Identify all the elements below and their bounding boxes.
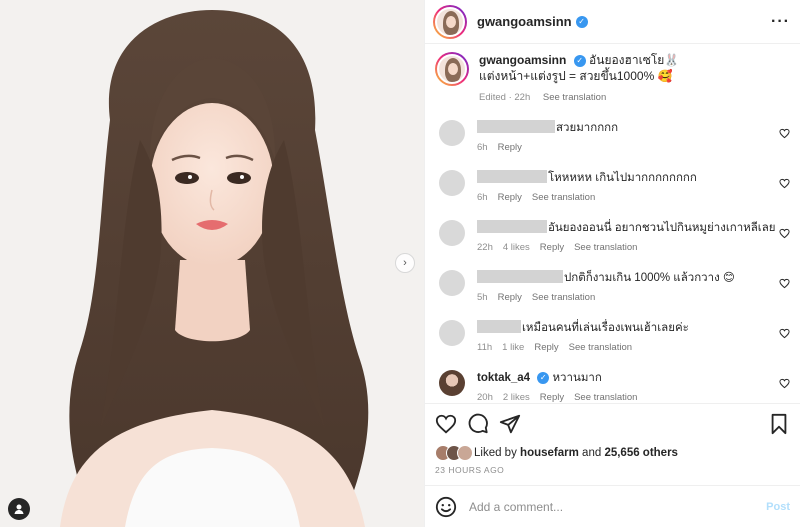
comment-item: โหหหหห เกินไปมากกกกกกกก 6h Reply See trans…: [435, 170, 790, 220]
comment-likes[interactable]: 4 likes: [503, 242, 530, 253]
comment-item: อันยองออนนี่ อยากชวนไปกินหมูย่างเกาหลีเล…: [435, 220, 790, 270]
liked-by-and: and: [582, 447, 602, 459]
send-icon[interactable]: [499, 413, 521, 435]
chevron-right-icon: ›: [403, 257, 407, 269]
commenter-avatar[interactable]: [439, 270, 465, 296]
heart-icon[interactable]: [779, 128, 790, 139]
author-username[interactable]: gwangoamsinn: [477, 14, 572, 29]
heart-icon[interactable]: [435, 413, 457, 435]
comment-text: โหหหหห เกินไปมากกกกกกกก: [548, 172, 697, 184]
liker-avatars[interactable]: [435, 445, 473, 461]
see-translation-link[interactable]: See translation: [574, 392, 637, 403]
comment-text: สวยมากกกก: [556, 122, 619, 134]
comment-text: อันยองออนนี่ อยากชวนไปกินหมูย่างเกาหลีเล…: [548, 222, 776, 234]
heart-icon[interactable]: [779, 228, 790, 239]
caption-line-2: แต่งหน้า+แต่งรูป = สวยขึ้น1000% 🥰: [479, 69, 673, 83]
post-details-pane: gwangoamsinn ✓ ··· gwangoamsinn ✓ อันยอง…: [424, 0, 800, 527]
post-action-bar: [425, 403, 800, 443]
redacted-username: [477, 170, 547, 183]
comment-time: 22h: [477, 242, 493, 253]
caption-line-1: อันยองฮาเซโย🐰: [589, 53, 680, 67]
reply-button[interactable]: Reply: [540, 392, 564, 403]
more-horizontal-icon[interactable]: ···: [771, 13, 790, 31]
comment-item: ปกติก็งามเกิน 1000% แล้วกวาง 😊 5h Reply Se…: [435, 270, 790, 320]
redacted-username: [477, 270, 563, 283]
comment-item: เหมือนคนที่เล่นเรื่องเพนเฮ้าเลยค่ะ 11h 1 …: [435, 320, 790, 370]
smiley-icon[interactable]: [435, 496, 457, 518]
comment-time: 20h: [477, 392, 493, 403]
commenter-avatar[interactable]: [439, 370, 465, 396]
see-translation-link[interactable]: See translation: [532, 192, 595, 203]
verified-badge-icon: ✓: [537, 371, 550, 384]
commenter-avatar[interactable]: [439, 320, 465, 346]
verified-badge-icon: ✓: [575, 15, 588, 28]
comment-input[interactable]: [469, 499, 767, 514]
reply-button[interactable]: Reply: [498, 292, 522, 303]
reply-button[interactable]: Reply: [534, 342, 558, 353]
verified-badge-icon: ✓: [573, 54, 586, 67]
portrait-image: [0, 0, 424, 527]
tagged-users-button[interactable]: [8, 498, 30, 520]
liked-by-user[interactable]: housefarm: [520, 447, 579, 459]
redacted-username: [477, 120, 555, 133]
comment-likes[interactable]: 1 like: [502, 342, 524, 353]
redacted-username: [477, 220, 547, 233]
commenter-avatar[interactable]: [439, 220, 465, 246]
comment-text: หวานมาก: [552, 372, 602, 384]
liked-by-others[interactable]: 25,656 others: [604, 447, 678, 459]
reply-button[interactable]: Reply: [540, 242, 564, 253]
liked-by-prefix: Liked by: [474, 447, 517, 459]
comment-time: 6h: [477, 192, 488, 203]
heart-icon[interactable]: [779, 278, 790, 289]
likes-summary: Liked by housefarm and 25,656 others: [425, 443, 800, 461]
comment-text: ปกติก็งามเกิน 1000% แล้วกวาง 😊: [564, 272, 735, 284]
caption-username[interactable]: gwangoamsinn: [479, 53, 566, 67]
comment-composer: Post: [425, 485, 800, 527]
caption-edited-time: Edited · 22h: [479, 92, 531, 103]
comment-time: 5h: [477, 292, 488, 303]
commenter-avatar[interactable]: [439, 170, 465, 196]
caption-author-avatar[interactable]: [435, 52, 469, 86]
heart-icon[interactable]: [779, 178, 790, 189]
instagram-post-view: › gwangoamsinn ✓ ··· gwangoamsinn ✓ อันย…: [0, 0, 800, 527]
comments-list: gwangoamsinn ✓ อันยองฮาเซโย🐰 แต่งหน้า+แต…: [425, 44, 800, 403]
caption-see-translation[interactable]: See translation: [543, 92, 606, 103]
reply-button[interactable]: Reply: [498, 192, 522, 203]
commenter-username[interactable]: toktak_a4: [477, 372, 530, 384]
comment-time: 6h: [477, 142, 488, 153]
comment-item: toktak_a4 ✓ หวานมาก 20h 2 likes Reply See t…: [435, 370, 790, 403]
heart-icon[interactable]: [779, 378, 790, 389]
post-header: gwangoamsinn ✓ ···: [425, 0, 800, 44]
post-timestamp[interactable]: 23 HOURS AGO: [425, 461, 800, 475]
comment-item: สวยมากกกก 6h Reply: [435, 120, 790, 170]
comment-likes[interactable]: 2 likes: [503, 392, 530, 403]
comment-icon[interactable]: [467, 413, 489, 435]
reply-button[interactable]: Reply: [498, 142, 522, 153]
see-translation-link[interactable]: See translation: [574, 242, 637, 253]
see-translation-link[interactable]: See translation: [532, 292, 595, 303]
post-caption: gwangoamsinn ✓ อันยองฮาเซโย🐰 แต่งหน้า+แต…: [435, 52, 790, 106]
redacted-username: [477, 320, 521, 333]
user-tag-icon: [14, 504, 24, 514]
author-avatar[interactable]: [433, 4, 467, 39]
post-comment-button[interactable]: Post: [766, 501, 790, 513]
comment-text: เหมือนคนที่เล่นเรื่องเพนเฮ้าเลยค่ะ: [522, 322, 689, 334]
see-translation-link[interactable]: See translation: [569, 342, 632, 353]
bookmark-icon[interactable]: [768, 413, 790, 435]
comment-time: 11h: [477, 342, 493, 353]
heart-icon[interactable]: [779, 328, 790, 339]
post-photo[interactable]: ›: [0, 0, 424, 527]
next-photo-button[interactable]: ›: [395, 253, 415, 273]
commenter-avatar[interactable]: [439, 120, 465, 146]
